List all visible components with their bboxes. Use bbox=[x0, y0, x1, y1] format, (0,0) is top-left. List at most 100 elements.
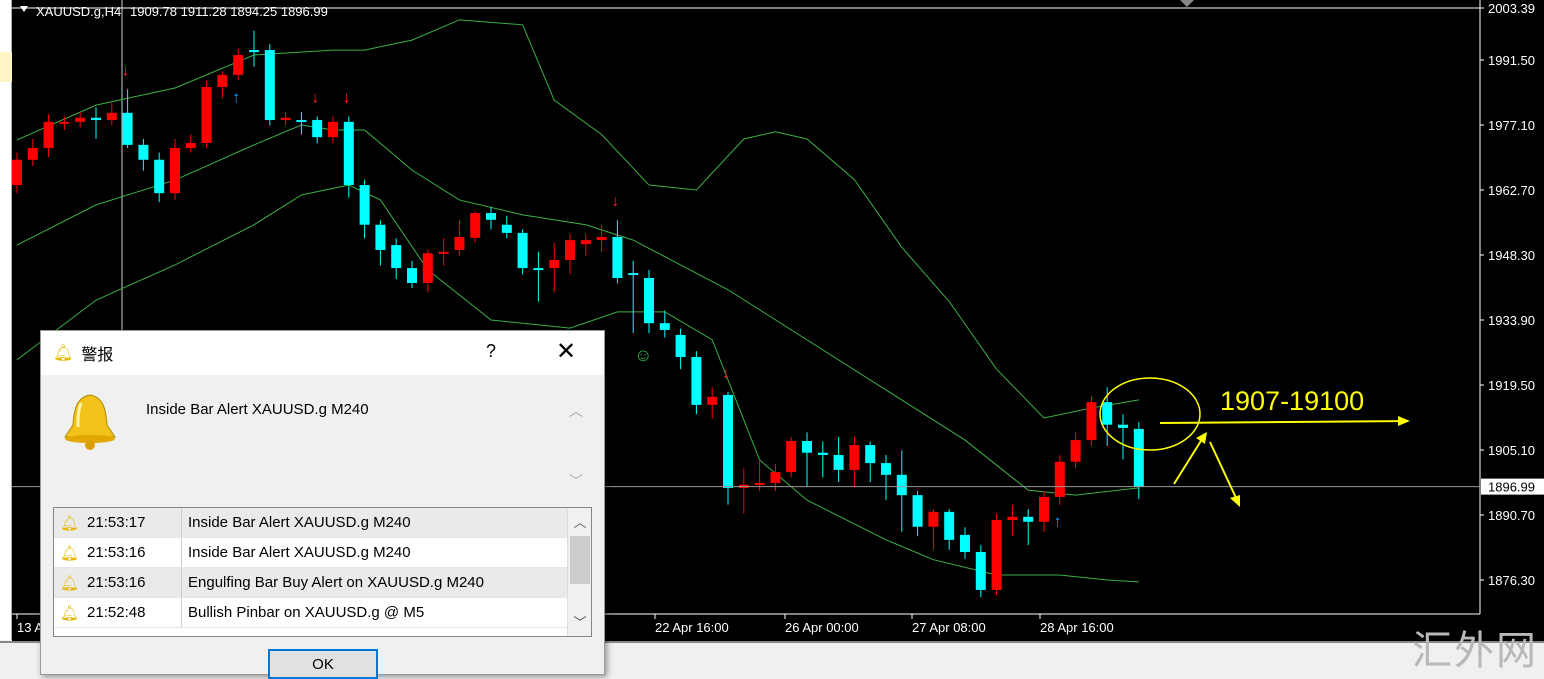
candle bbox=[1039, 491, 1049, 532]
candle bbox=[391, 238, 402, 279]
candle-body bbox=[517, 232, 528, 269]
alert-history-list[interactable]: 🔔︎ 21:53:17 Inside Bar Alert XAUUSD.g M240… bbox=[53, 507, 592, 637]
candle bbox=[75, 111, 86, 128]
candle-body bbox=[1102, 402, 1113, 425]
buy-arrow-icon: ↑ bbox=[232, 89, 240, 106]
scroll-down-icon[interactable]: ﹀ bbox=[568, 612, 591, 631]
candle bbox=[454, 220, 465, 257]
candle bbox=[438, 238, 449, 266]
candle-body bbox=[944, 511, 955, 540]
candle-body bbox=[249, 50, 259, 53]
candle-body bbox=[296, 120, 307, 123]
candle bbox=[1133, 422, 1144, 499]
candle bbox=[12, 152, 22, 194]
scroll-up-icon[interactable]: ︿ bbox=[568, 512, 591, 531]
bell-icon: 🔔︎ bbox=[53, 345, 74, 362]
candle bbox=[1086, 396, 1097, 446]
dropdown-triangle-icon[interactable] bbox=[20, 6, 28, 12]
candle bbox=[138, 138, 149, 171]
annotation-ellipse bbox=[1099, 377, 1201, 451]
scroll-thumb[interactable] bbox=[570, 536, 590, 584]
sell-arrow-icon: ↓ bbox=[722, 365, 730, 382]
candle bbox=[580, 233, 591, 257]
alert-time-cell: 🔔︎ 21:53:16 bbox=[54, 538, 182, 567]
candle bbox=[517, 229, 528, 275]
candle bbox=[817, 441, 828, 478]
candle-body bbox=[217, 74, 228, 88]
close-button[interactable]: ✕ bbox=[556, 337, 576, 366]
candle-body bbox=[612, 236, 623, 279]
alert-dialog: 🔔︎ 警报 ? ✕ Inside Bar Alert XAUUSD.g M240… bbox=[40, 330, 605, 679]
sell-arrow-icon: ↓ bbox=[311, 89, 319, 106]
dialog-titlebar[interactable]: 🔔︎ 警报 ? ✕ bbox=[41, 331, 604, 375]
candle bbox=[1118, 414, 1128, 460]
candle bbox=[91, 107, 101, 139]
candle-body bbox=[975, 552, 986, 590]
candle-body bbox=[154, 159, 165, 194]
alert-text: Bullish Pinbar on XAUUSD.g @ M5 bbox=[188, 604, 425, 621]
candle-body bbox=[170, 148, 180, 194]
candle bbox=[185, 134, 196, 153]
bell-icon: 🔔︎ bbox=[60, 574, 80, 592]
candle-body bbox=[533, 268, 544, 271]
candle-body bbox=[659, 323, 670, 330]
list-scrollbar[interactable]: ︿ ﹀ bbox=[567, 508, 591, 636]
price-label: 1948.30 bbox=[1488, 248, 1535, 263]
alert-row[interactable]: 🔔︎ 21:53:17 Inside Bar Alert XAUUSD.g M240 bbox=[54, 508, 591, 538]
price-label: 2003.39 bbox=[1488, 1, 1535, 16]
candle bbox=[312, 116, 323, 144]
candle-body bbox=[565, 240, 575, 260]
candle bbox=[106, 102, 117, 126]
alert-time: 21:52:48 bbox=[87, 604, 146, 621]
candle bbox=[802, 432, 812, 487]
shift-marker-icon[interactable] bbox=[1180, 0, 1194, 7]
candle-body bbox=[1023, 516, 1034, 522]
candle bbox=[644, 269, 654, 334]
candle bbox=[659, 310, 670, 338]
alert-row[interactable]: 🔔︎ 21:52:48 Bullish Pinbar on XAUUSD.g @ M… bbox=[54, 598, 591, 628]
arrowhead-icon bbox=[1196, 432, 1207, 444]
alert-row[interactable]: 🔔︎ 21:53:16 Inside Bar Alert XAUUSD.g M240 bbox=[54, 538, 591, 568]
price-label: 1919.50 bbox=[1488, 378, 1535, 393]
candle bbox=[249, 30, 259, 67]
candle bbox=[1054, 454, 1065, 505]
alert-text: Inside Bar Alert XAUUSD.g M240 bbox=[188, 514, 411, 531]
help-button[interactable]: ? bbox=[486, 341, 496, 362]
candle bbox=[533, 251, 544, 302]
candle-body bbox=[675, 334, 686, 358]
alert-text: Engulfing Bar Buy Alert on XAUUSD.g M240 bbox=[188, 574, 484, 591]
candle-body bbox=[881, 463, 891, 475]
candle bbox=[1070, 432, 1081, 469]
candle-body bbox=[896, 474, 907, 496]
candle-body bbox=[312, 120, 323, 138]
chart-symbol: XAUUSD.g,H4 bbox=[36, 4, 121, 19]
candle-body bbox=[359, 185, 370, 225]
candle-body bbox=[43, 121, 54, 149]
candle-body bbox=[770, 472, 781, 483]
alert-time-cell: 🔔︎ 21:52:48 bbox=[54, 598, 182, 627]
message-scrollbar[interactable]: ︿ ﹀ bbox=[566, 401, 586, 493]
candle bbox=[738, 468, 749, 514]
candle bbox=[912, 491, 923, 537]
candle bbox=[470, 211, 481, 243]
arrowhead-icon bbox=[1398, 416, 1410, 426]
annotation-text: 1907-19100 bbox=[1220, 386, 1364, 416]
sell-arrow-icon: ↓ bbox=[611, 193, 619, 210]
candle-body bbox=[27, 148, 38, 160]
candle-body bbox=[328, 121, 338, 138]
time-label: 26 Apr 00:00 bbox=[785, 620, 859, 635]
candle bbox=[944, 509, 955, 550]
candle bbox=[217, 71, 228, 99]
alert-row[interactable]: 🔔︎ 21:53:16 Engulfing Bar Buy Alert on XAU… bbox=[54, 568, 591, 598]
candle bbox=[233, 48, 244, 81]
candle-body bbox=[375, 224, 386, 251]
candle bbox=[833, 436, 844, 483]
price-label: 1876.30 bbox=[1488, 573, 1535, 588]
price-label: 1905.10 bbox=[1488, 443, 1535, 458]
candle bbox=[723, 391, 733, 505]
candle bbox=[1023, 509, 1034, 546]
candle-body bbox=[786, 440, 797, 473]
candle bbox=[865, 441, 876, 483]
candle-body bbox=[486, 213, 496, 220]
annotation-arrow-down bbox=[1209, 441, 1238, 501]
